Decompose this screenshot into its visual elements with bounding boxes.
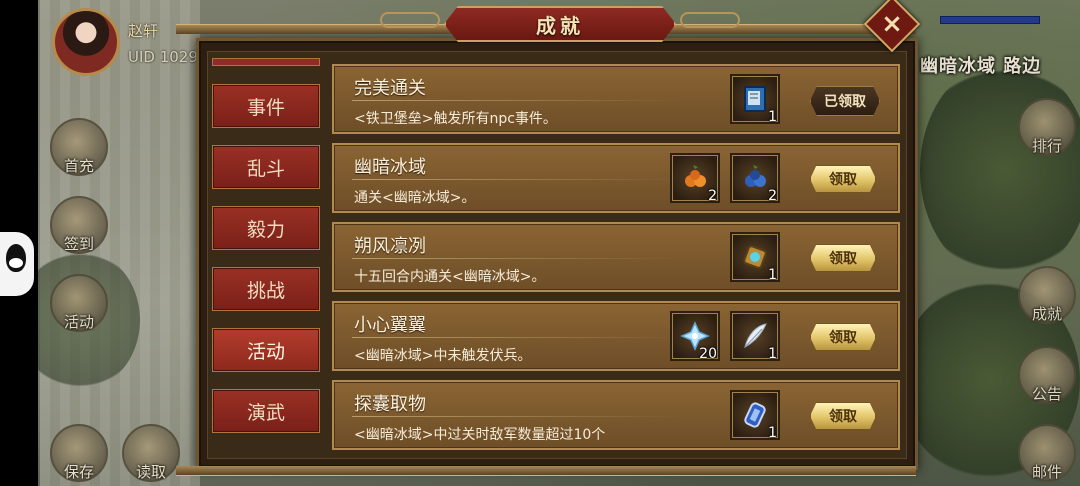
- event-label: 活动: [63, 313, 94, 331]
- orange-fruit-icon: [685, 165, 706, 187]
- event-button[interactable]: 活动: [50, 274, 108, 332]
- claimed-button[interactable]: 已领取: [810, 86, 880, 116]
- tab-martial-drill[interactable]: 演武: [212, 389, 320, 433]
- sign-in-button[interactable]: 签到: [50, 196, 108, 254]
- reward-item[interactable]: 2: [730, 153, 780, 204]
- tab-perseverance[interactable]: 毅力: [212, 206, 320, 250]
- tab-list-top-edge: [212, 58, 320, 66]
- ranking-button[interactable]: 排行: [1018, 98, 1076, 156]
- divider: [352, 258, 682, 259]
- mail-button[interactable]: 邮件: [1018, 424, 1076, 482]
- save-button[interactable]: 保存: [50, 424, 108, 482]
- tab-activity[interactable]: 活动: [212, 328, 320, 372]
- achievement-row: 探囊取物 <幽暗冰域>中过关时敌军数量超过10个 1 领取: [332, 380, 900, 450]
- load-label: 读取: [135, 463, 166, 481]
- reward-count: 1: [768, 109, 777, 125]
- achievement-title: 幽暗冰域: [354, 157, 426, 178]
- achievement-button[interactable]: 成就: [1018, 266, 1076, 324]
- achievement-row: 朔风凛冽 十五回合内通关<幽暗冰域>。 1 领取: [332, 222, 900, 292]
- player-avatar[interactable]: [52, 8, 120, 76]
- tab-challenge[interactable]: 挑战: [212, 267, 320, 311]
- ranking-label: 排行: [1031, 137, 1062, 155]
- claim-button[interactable]: 领取: [810, 402, 876, 430]
- claim-button[interactable]: 领取: [810, 165, 876, 193]
- tab-brawl[interactable]: 乱斗: [212, 145, 320, 189]
- reward-count: 20: [699, 346, 717, 362]
- ornament: [380, 12, 440, 28]
- divider: [352, 416, 682, 417]
- qq-penguin-icon[interactable]: [0, 232, 34, 296]
- gem-amulet-icon: [743, 245, 767, 269]
- dialog-bottom-rail: [176, 466, 916, 476]
- book-icon: [744, 86, 766, 112]
- achievement-description: <幽暗冰域>中过关时敌军数量超过10个: [354, 427, 606, 443]
- mail-label: 邮件: [1031, 463, 1062, 481]
- achievement-title: 完美通关: [354, 78, 426, 99]
- divider: [352, 337, 682, 338]
- achievement-description: 通关<幽暗冰域>。: [354, 190, 476, 206]
- reward-count: 1: [768, 346, 777, 362]
- blue-token-icon: [744, 402, 766, 428]
- notice-button[interactable]: 公告: [1018, 346, 1076, 404]
- reward-item[interactable]: 2: [670, 153, 720, 204]
- reward-count: 1: [768, 267, 777, 283]
- notice-label: 公告: [1031, 385, 1062, 403]
- achievement-row: 幽暗冰域 通关<幽暗冰域>。 2 2 领取: [332, 143, 900, 213]
- achievement-title: 小心翼翼: [354, 315, 426, 336]
- reward-item[interactable]: 1: [730, 390, 780, 441]
- reward-item[interactable]: 1: [730, 74, 780, 125]
- ornament: [680, 12, 740, 28]
- player-name: 赵轩: [128, 22, 159, 40]
- reward-item[interactable]: 1: [730, 232, 780, 283]
- location-label: 幽暗冰域 路边: [920, 56, 1042, 77]
- divider: [352, 100, 682, 101]
- status-bar: [940, 16, 1040, 24]
- achievement-label: 成就: [1031, 305, 1062, 323]
- feather-icon: [744, 323, 767, 348]
- tab-events[interactable]: 事件: [212, 84, 320, 128]
- divider: [352, 179, 682, 180]
- reward-count: 2: [708, 188, 717, 204]
- dialog-title: 成就: [536, 14, 584, 38]
- achievement-title: 朔风凛冽: [354, 236, 426, 257]
- load-button[interactable]: 读取: [122, 424, 180, 482]
- reward-item[interactable]: 1: [730, 311, 780, 362]
- claim-button[interactable]: 领取: [810, 244, 876, 272]
- achievement-description: <幽暗冰域>中未触发伏兵。: [354, 348, 532, 364]
- reward-item[interactable]: 20: [670, 311, 720, 362]
- first-recharge-label: 首充: [63, 157, 94, 175]
- achievement-title: 探囊取物: [354, 394, 426, 415]
- blue-fruit-icon: [745, 165, 766, 187]
- player-uid: UID 1029: [128, 48, 198, 66]
- achievement-row: 小心翼翼 <幽暗冰域>中未触发伏兵。 20 1 领取: [332, 301, 900, 371]
- reward-count: 2: [768, 188, 777, 204]
- reward-count: 1: [768, 425, 777, 441]
- achievement-description: 十五回合内通关<幽暗冰域>。: [354, 269, 546, 285]
- save-label: 保存: [63, 463, 94, 481]
- first-recharge-button[interactable]: 首充: [50, 118, 108, 176]
- achievement-description: <铁卫堡垒>触发所有npc事件。: [354, 111, 557, 127]
- claim-button[interactable]: 领取: [810, 323, 876, 351]
- achievement-row: 完美通关 <铁卫堡垒>触发所有npc事件。 1 已领取: [332, 64, 900, 134]
- tree: [920, 60, 1080, 280]
- sign-in-label: 签到: [63, 235, 94, 253]
